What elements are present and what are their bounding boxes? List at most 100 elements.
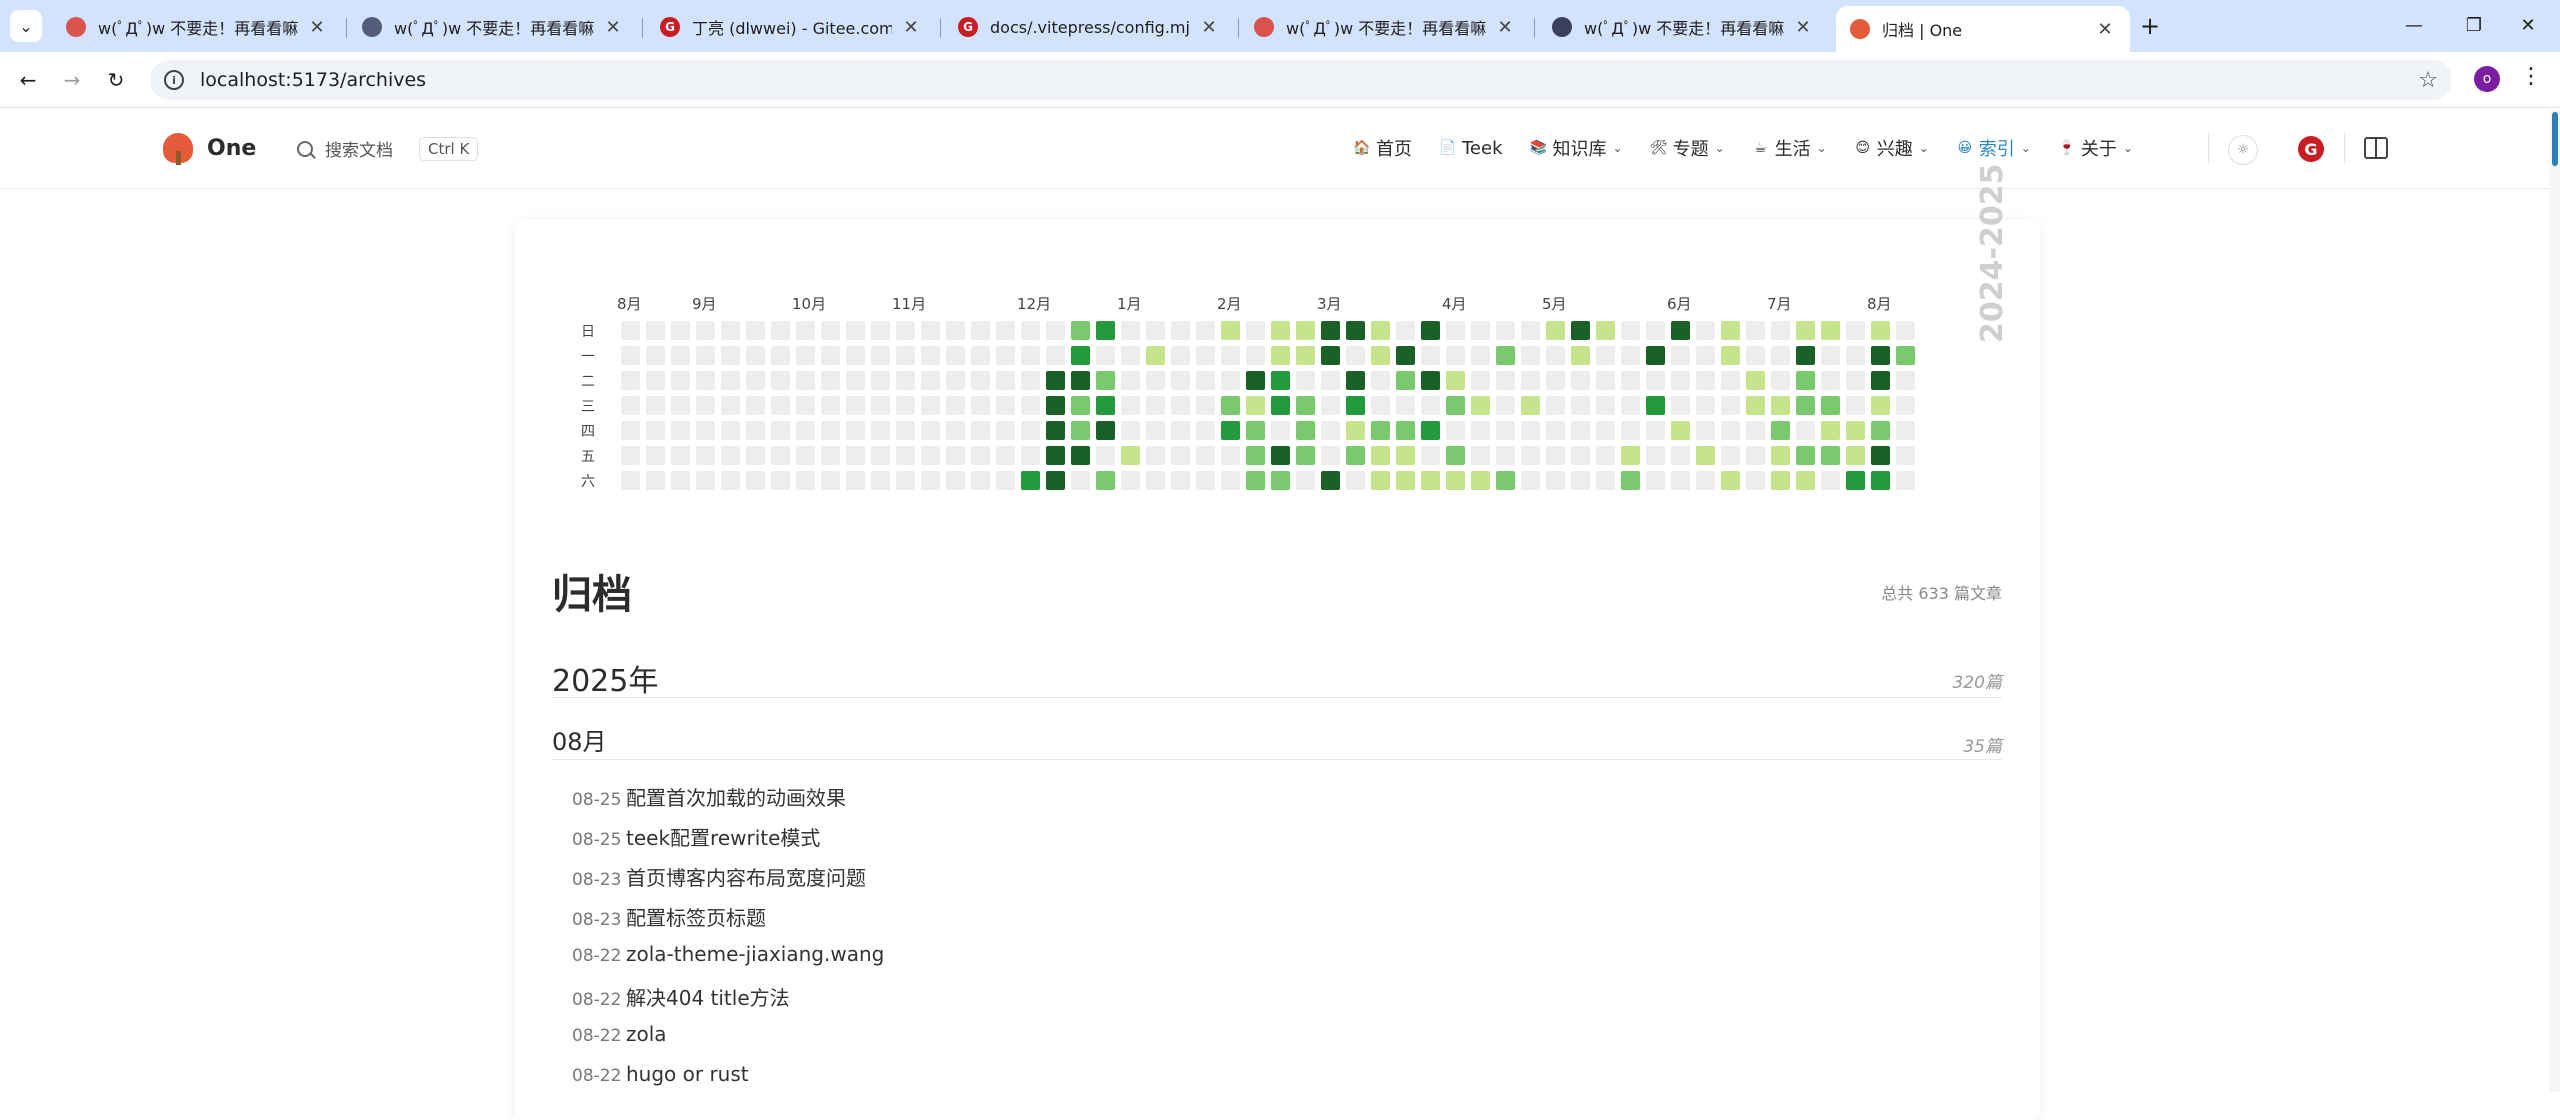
heatmap-cell[interactable] [1396,371,1415,390]
theme-toggle[interactable]: ☼ [2228,135,2258,165]
heatmap-cell[interactable] [1246,446,1265,465]
heatmap-cell[interactable] [1046,346,1065,365]
heatmap-cell[interactable] [696,346,715,365]
heatmap-cell[interactable] [1321,396,1340,415]
heatmap-cell[interactable] [696,421,715,440]
heatmap-cell[interactable] [721,321,740,340]
site-info-icon[interactable]: i [164,70,184,90]
heatmap-cell[interactable] [1146,446,1165,465]
heatmap-cell[interactable] [646,321,665,340]
heatmap-cell[interactable] [1546,396,1565,415]
heatmap-cell[interactable] [1746,446,1765,465]
heatmap-cell[interactable] [1746,471,1765,490]
heatmap-cell[interactable] [1846,471,1865,490]
heatmap-cell[interactable] [1171,396,1190,415]
heatmap-cell[interactable] [1496,396,1515,415]
heatmap-cell[interactable] [1671,421,1690,440]
heatmap-cell[interactable] [971,371,990,390]
tab-close-icon[interactable]: ✕ [900,16,922,38]
heatmap-cell[interactable] [1521,371,1540,390]
heatmap-cell[interactable] [1221,446,1240,465]
nav-item[interactable]: 🍷 关于 ⌄ [2057,135,2133,161]
url-text[interactable]: localhost:5173/archives [200,69,426,91]
heatmap-cell[interactable] [1896,371,1915,390]
heatmap-cell[interactable] [946,471,965,490]
heatmap-cell[interactable] [1696,396,1715,415]
heatmap-cell[interactable] [1321,371,1340,390]
heatmap-cell[interactable] [1346,371,1365,390]
heatmap-cell[interactable] [1221,471,1240,490]
browser-tab[interactable]: w(ﾟДﾟ)w 不要走！再看看嘛！ ✕ [52,6,342,48]
nav-item[interactable]: 😀 索引 ⌄ [1955,135,2030,161]
heatmap-cell[interactable] [1246,421,1265,440]
heatmap-cell[interactable] [1896,446,1915,465]
heatmap-cell[interactable] [1721,471,1740,490]
heatmap-cell[interactable] [1071,346,1090,365]
nav-item[interactable]: ☕ 生活 ⌄ [1751,135,1826,161]
heatmap-cell[interactable] [846,321,865,340]
heatmap-cell[interactable] [1071,446,1090,465]
heatmap-cell[interactable] [1621,421,1640,440]
heatmap-cell[interactable] [1146,421,1165,440]
heatmap-cell[interactable] [1421,396,1440,415]
tab-close-icon[interactable]: ✕ [2094,18,2116,40]
heatmap-cell[interactable] [871,346,890,365]
heatmap-cell[interactable] [671,446,690,465]
heatmap-cell[interactable] [1646,446,1665,465]
heatmap-cell[interactable] [1521,396,1540,415]
heatmap-cell[interactable] [1896,346,1915,365]
heatmap-cell[interactable] [1746,321,1765,340]
heatmap-cell[interactable] [1296,346,1315,365]
heatmap-cell[interactable] [1446,446,1465,465]
tab-close-icon[interactable]: ✕ [306,16,328,38]
heatmap-cell[interactable] [1121,321,1140,340]
heatmap-cell[interactable] [1046,371,1065,390]
heatmap-cell[interactable] [1096,471,1115,490]
post-item[interactable]: 08-23 配置标签页标题 [572,902,884,942]
heatmap-cell[interactable] [746,471,765,490]
heatmap-cell[interactable] [1171,421,1190,440]
heatmap-cell[interactable] [846,471,865,490]
nav-item[interactable]: 😊 兴趣 ⌄ [1853,135,1928,161]
heatmap-cell[interactable] [996,321,1015,340]
nav-item[interactable]: 📚 知识库 ⌄ [1529,135,1623,161]
heatmap-cell[interactable] [1021,471,1040,490]
reader-mode-icon[interactable] [2364,137,2388,159]
post-item[interactable]: 08-22 zola-theme-jiaxiang.wang [572,942,884,982]
heatmap-cell[interactable] [1246,471,1265,490]
heatmap-cell[interactable] [1271,321,1290,340]
heatmap-cell[interactable] [1771,371,1790,390]
heatmap-cell[interactable] [1171,346,1190,365]
heatmap-cell[interactable] [1321,446,1340,465]
heatmap-cell[interactable] [1846,446,1865,465]
heatmap-cell[interactable] [1771,471,1790,490]
heatmap-cell[interactable] [721,396,740,415]
heatmap-cell[interactable] [971,321,990,340]
heatmap-cell[interactable] [971,446,990,465]
heatmap-cell[interactable] [796,446,815,465]
heatmap-cell[interactable] [746,421,765,440]
heatmap-cell[interactable] [1046,321,1065,340]
heatmap-cell[interactable] [1671,346,1690,365]
heatmap-cell[interactable] [1646,396,1665,415]
heatmap-cell[interactable] [1471,421,1490,440]
heatmap-cell[interactable] [1421,446,1440,465]
heatmap-cell[interactable] [746,371,765,390]
post-item[interactable]: 08-25 teek配置rewrite模式 [572,822,884,862]
heatmap-cell[interactable] [1521,421,1540,440]
heatmap-cell[interactable] [1146,396,1165,415]
heatmap-cell[interactable] [1571,346,1590,365]
heatmap-cell[interactable] [1721,421,1740,440]
heatmap-cell[interactable] [996,371,1015,390]
heatmap-cell[interactable] [1871,321,1890,340]
heatmap-cell[interactable] [1796,421,1815,440]
heatmap-cell[interactable] [1821,396,1840,415]
heatmap-cell[interactable] [846,421,865,440]
heatmap-cell[interactable] [1246,396,1265,415]
heatmap-cell[interactable] [1596,446,1615,465]
heatmap-cell[interactable] [646,346,665,365]
heatmap-cell[interactable] [921,471,940,490]
heatmap-cell[interactable] [1421,346,1440,365]
heatmap-cell[interactable] [1446,321,1465,340]
heatmap-cell[interactable] [796,371,815,390]
